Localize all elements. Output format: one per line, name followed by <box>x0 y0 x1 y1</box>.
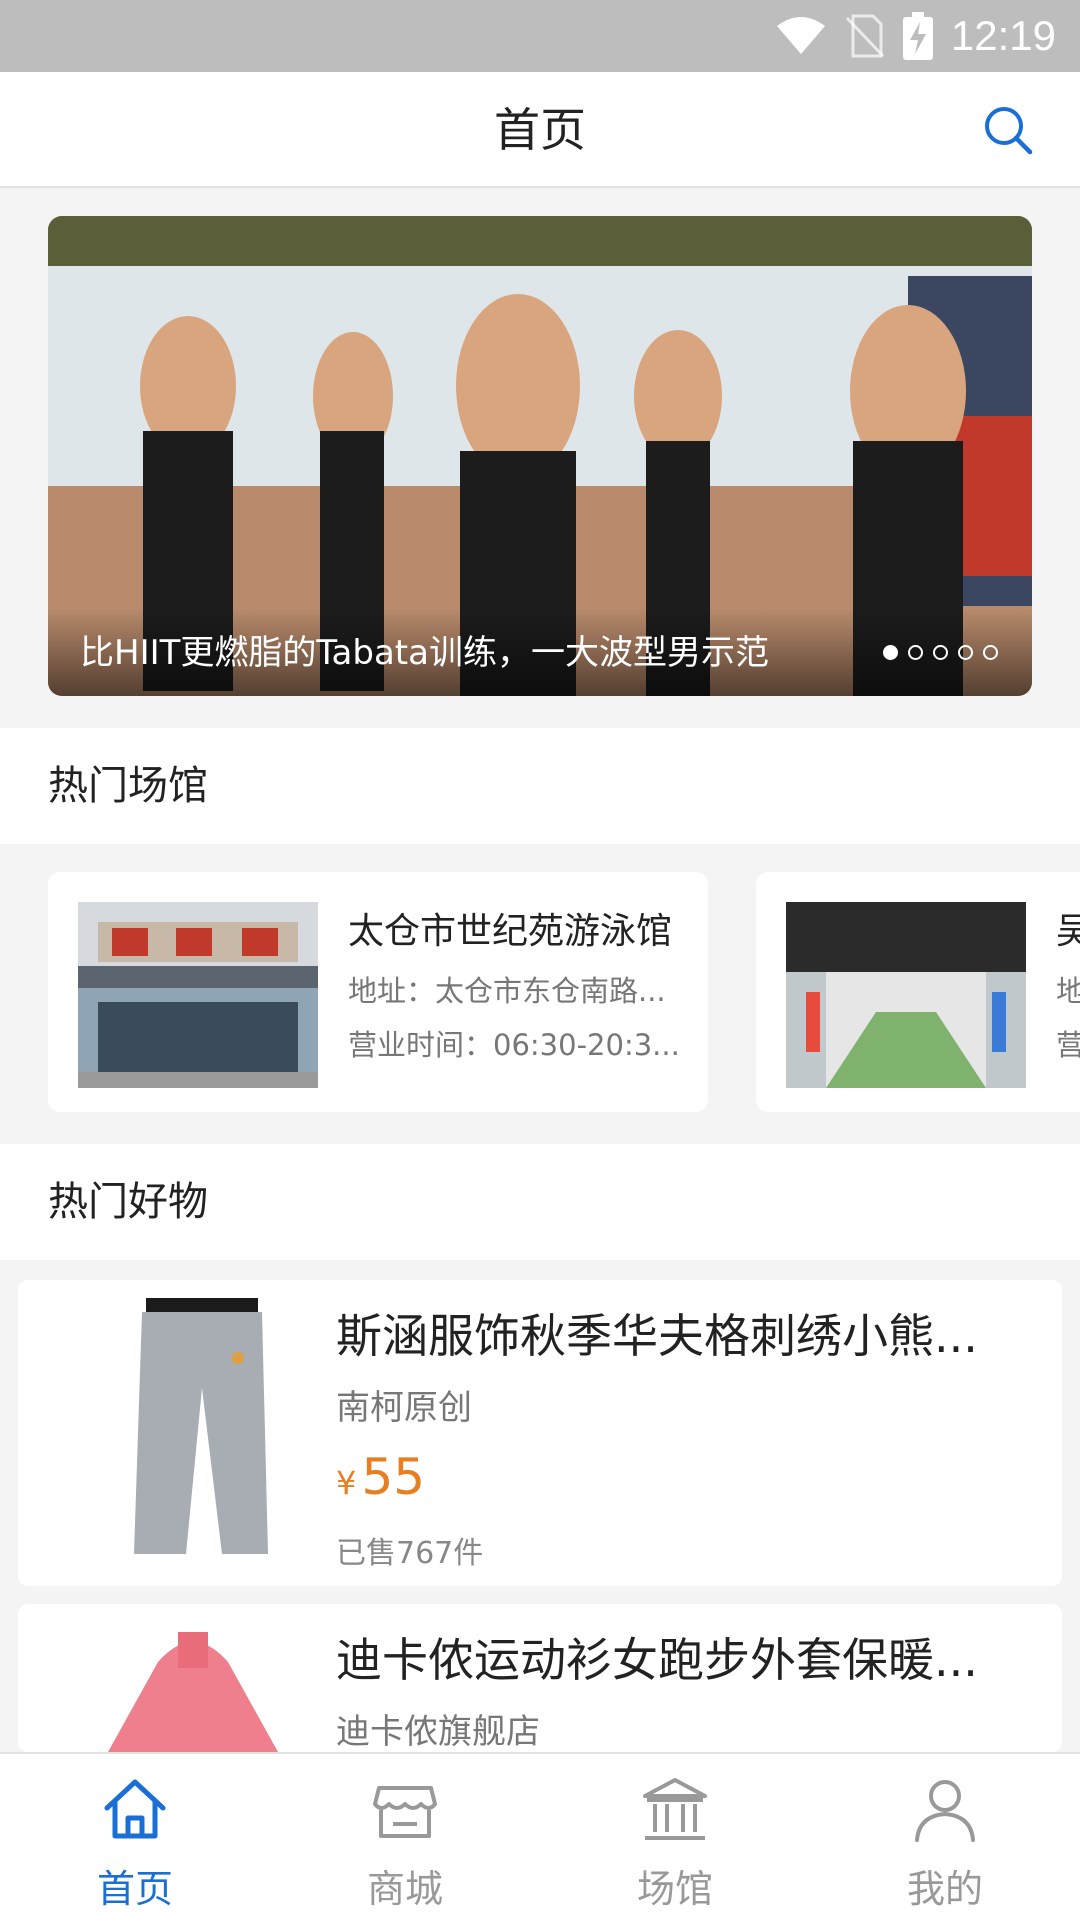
no-sim-icon <box>845 14 884 58</box>
shop-icon <box>373 1786 437 1838</box>
goods-section-header: 热门好物 <box>0 1144 1080 1260</box>
venue-address: 地 <box>1056 974 1080 1008</box>
carousel-dot <box>983 645 998 660</box>
status-icons: 12:19 <box>775 0 1056 72</box>
page-title: 首页 <box>494 103 586 157</box>
section-title: 热门好物 <box>48 1179 208 1225</box>
product-card[interactable]: 迪卡侬运动衫女跑步外套保暖... 迪卡侬旗舰店 <box>18 1604 1062 1752</box>
clock: 12:19 <box>950 12 1056 59</box>
tab-shop[interactable]: 商城 <box>270 1754 540 1920</box>
carousel-dot <box>883 645 898 660</box>
tab-label: 场馆 <box>636 1867 713 1911</box>
product-shop: 南柯原创 <box>336 1388 472 1428</box>
carousel-dot <box>958 645 973 660</box>
tab-venue[interactable]: 场馆 <box>540 1754 810 1920</box>
venue-name: 吴 <box>1056 911 1080 952</box>
venue-thumbnail <box>78 902 318 1088</box>
home-icon <box>104 1779 166 1839</box>
wifi-icon <box>776 17 825 54</box>
banner-caption: 比HIIT更燃脂的Tabata训练，一大波型男示范 <box>80 633 769 673</box>
status-bar: 12:19 <box>0 0 1080 72</box>
product-shop: 迪卡侬旗舰店 <box>336 1712 540 1752</box>
product-sold-count: 已售767件 <box>336 1536 484 1571</box>
tab-label: 首页 <box>96 1867 173 1911</box>
tab-label: 商城 <box>366 1867 443 1911</box>
product-name: 迪卡侬运动衫女跑步外套保暖... <box>336 1633 978 1687</box>
product-price: ¥ 55 <box>336 1448 425 1506</box>
search-icon[interactable] <box>980 102 1036 158</box>
currency-symbol: ¥ <box>336 1464 357 1502</box>
bottom-tab-bar: 首页 商城 场馆 我的 <box>0 1752 1080 1920</box>
product-name: 斯涵服饰秋季华夫格刺绣小熊... <box>336 1309 978 1363</box>
app-header: 首页 <box>0 72 1080 188</box>
venue-carousel[interactable]: 太仓市世纪苑游泳馆 地址：太仓市东仓南路... 营业时间：06:30-20:3.… <box>0 844 1080 1144</box>
carousel-indicator <box>883 645 998 660</box>
tab-label: 我的 <box>906 1867 983 1911</box>
venue-hours: 营业时间：06:30-20:3... <box>348 1028 680 1062</box>
venue-hours: 营 <box>1056 1028 1080 1062</box>
venues-section-header: 热门场馆 <box>0 728 1080 844</box>
product-image <box>78 1622 308 1752</box>
price-value: 55 <box>361 1448 426 1506</box>
tab-home[interactable]: 首页 <box>0 1754 270 1920</box>
profile-icon <box>915 1780 975 1842</box>
product-image <box>78 1298 308 1568</box>
carousel-dot <box>908 645 923 660</box>
carousel-dot <box>933 645 948 660</box>
section-title: 热门场馆 <box>48 763 208 809</box>
battery-charging-icon <box>902 12 933 60</box>
venue-icon <box>643 1778 707 1840</box>
banner-carousel[interactable]: 比HIIT更燃脂的Tabata训练，一大波型男示范 <box>48 216 1032 696</box>
product-card[interactable]: 斯涵服饰秋季华夫格刺绣小熊... 南柯原创 ¥ 55 已售767件 <box>18 1280 1062 1586</box>
venue-card[interactable]: 太仓市世纪苑游泳馆 地址：太仓市东仓南路... 营业时间：06:30-20:3.… <box>48 872 708 1112</box>
venue-address: 地址：太仓市东仓南路... <box>348 974 666 1008</box>
venue-name: 太仓市世纪苑游泳馆 <box>348 911 673 952</box>
venue-card[interactable]: 吴 地 营 <box>756 872 1080 1112</box>
venue-thumbnail <box>786 902 1026 1088</box>
tab-profile[interactable]: 我的 <box>810 1754 1080 1920</box>
